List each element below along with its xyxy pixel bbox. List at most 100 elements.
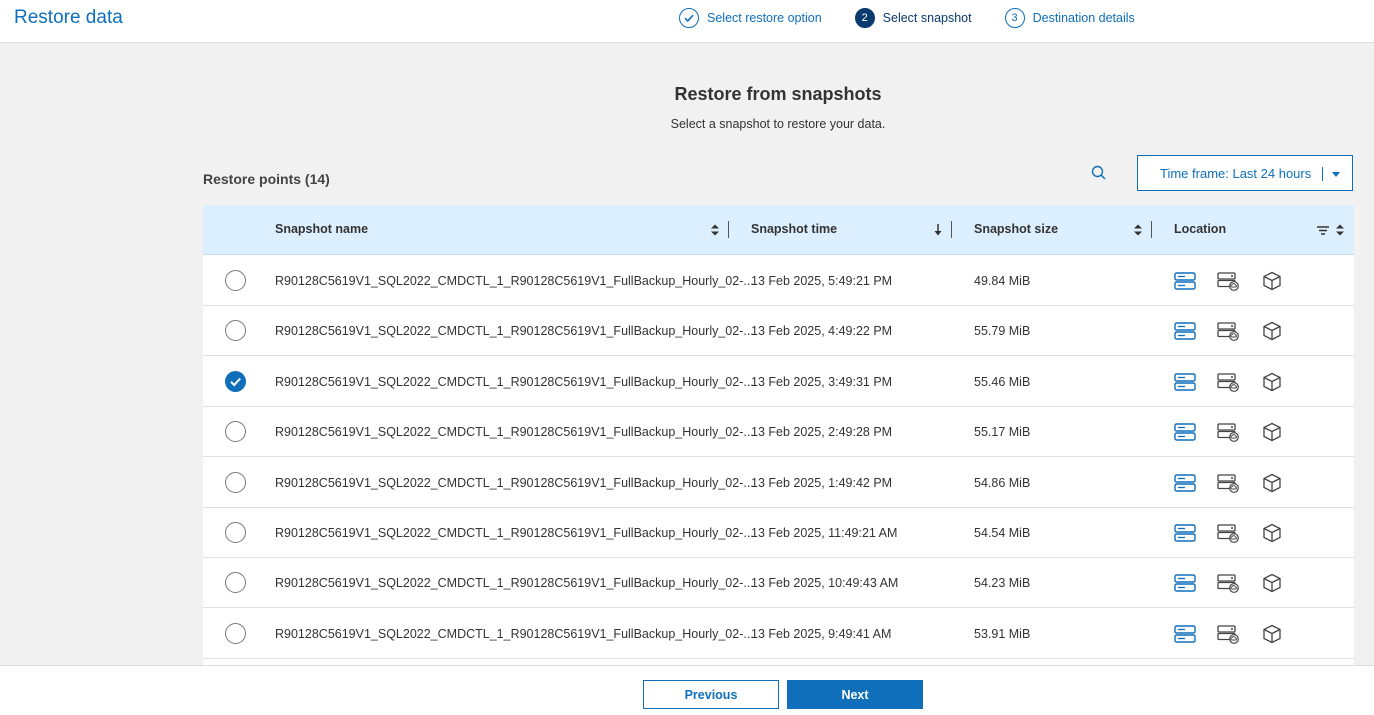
table-row[interactable]: R90128C5619V1_SQL2022_CMDCTL_1_R90128C56… xyxy=(203,508,1354,558)
top-bar: Restore data Select restore option 2 Sel… xyxy=(0,0,1374,43)
snapshot-name-cell: R90128C5619V1_SQL2022_CMDCTL_1_R90128C56… xyxy=(275,375,754,389)
footer-bar: Previous Next xyxy=(0,665,1374,715)
column-header-snapshot-name[interactable]: Snapshot name xyxy=(275,222,368,236)
sort-icon[interactable] xyxy=(1133,223,1143,237)
table-row[interactable]: R90128C5619V1_SQL2022_CMDCTL_1_R90128C56… xyxy=(203,357,1354,407)
object-store-icon[interactable] xyxy=(1260,270,1284,292)
snapshot-time-cell: 13 Feb 2025, 10:49:43 AM xyxy=(751,576,899,590)
restore-points-count: Restore points (14) xyxy=(203,171,330,187)
wizard-steps: Select restore option 2 Select snapshot … xyxy=(679,7,1168,28)
step-label: Select restore option xyxy=(707,10,822,25)
section-subheading: Select a snapshot to restore your data. xyxy=(670,117,886,131)
next-button[interactable]: Next xyxy=(787,680,923,709)
column-divider[interactable] xyxy=(951,221,952,238)
local-storage-icon[interactable] xyxy=(1173,270,1197,292)
snapshot-size-cell: 55.79 MiB xyxy=(974,324,1031,338)
object-store-icon[interactable] xyxy=(1260,371,1284,393)
check-icon xyxy=(230,377,241,387)
radio-button[interactable] xyxy=(225,472,246,493)
table-row[interactable]: R90128C5619V1_SQL2022_CMDCTL_1_R90128C56… xyxy=(203,407,1354,457)
radio-button[interactable] xyxy=(225,572,246,593)
previous-button[interactable]: Previous xyxy=(643,680,779,709)
page-title: Restore data xyxy=(14,7,123,28)
step-number: 3 xyxy=(1004,7,1025,28)
radio-checked[interactable] xyxy=(225,371,246,392)
cloud-server-icon[interactable] xyxy=(1216,371,1240,393)
local-storage-icon[interactable] xyxy=(1173,522,1197,544)
snapshot-name-cell: R90128C5619V1_SQL2022_CMDCTL_1_R90128C56… xyxy=(275,324,754,338)
step-select-restore-option[interactable]: Select restore option xyxy=(679,7,822,28)
sort-icon[interactable] xyxy=(1335,223,1345,237)
cloud-server-icon[interactable] xyxy=(1216,522,1240,544)
table-row[interactable]: R90128C5619V1_SQL2022_CMDCTL_1_R90128C56… xyxy=(203,558,1354,608)
snapshot-time-cell: 13 Feb 2025, 9:49:41 AM xyxy=(751,627,892,641)
step-destination-details[interactable]: 3 Destination details xyxy=(1004,7,1135,28)
snapshot-size-cell: 54.54 MiB xyxy=(974,526,1031,540)
local-storage-icon[interactable] xyxy=(1173,572,1197,594)
object-store-icon[interactable] xyxy=(1260,572,1284,594)
snapshot-name-cell: R90128C5619V1_SQL2022_CMDCTL_1_R90128C56… xyxy=(275,274,754,288)
sort-icon[interactable] xyxy=(710,223,720,237)
snapshots-table: Snapshot name Snapshot time Snapshot siz… xyxy=(203,205,1354,665)
radio-button[interactable] xyxy=(225,623,246,644)
snapshot-name-cell: R90128C5619V1_SQL2022_CMDCTL_1_R90128C56… xyxy=(275,476,754,490)
radio-button[interactable] xyxy=(225,522,246,543)
snapshot-time-cell: 13 Feb 2025, 4:49:22 PM xyxy=(751,324,893,338)
step-label: Destination details xyxy=(1032,10,1135,25)
radio-button[interactable] xyxy=(225,421,246,442)
cloud-server-icon[interactable] xyxy=(1216,270,1240,292)
object-store-icon[interactable] xyxy=(1260,623,1284,645)
step-select-snapshot[interactable]: 2 Select snapshot xyxy=(854,7,972,28)
local-storage-icon[interactable] xyxy=(1173,371,1197,393)
column-header-location[interactable]: Location xyxy=(1174,222,1226,236)
radio-button[interactable] xyxy=(225,270,246,291)
section-heading: Restore from snapshots xyxy=(674,84,882,104)
check-icon xyxy=(679,7,699,28)
table-row[interactable]: R90128C5619V1_SQL2022_CMDCTL_1_R90128C56… xyxy=(203,458,1354,508)
column-header-snapshot-time[interactable]: Snapshot time xyxy=(751,222,837,236)
search-icon[interactable] xyxy=(1090,164,1108,182)
column-header-snapshot-size[interactable]: Snapshot size xyxy=(974,222,1058,236)
column-divider[interactable] xyxy=(728,221,729,238)
local-storage-icon[interactable] xyxy=(1173,472,1197,494)
cloud-server-icon[interactable] xyxy=(1216,623,1240,645)
snapshot-name-cell: R90128C5619V1_SQL2022_CMDCTL_1_R90128C56… xyxy=(275,576,754,590)
local-storage-icon[interactable] xyxy=(1173,320,1197,342)
table-row[interactable]: R90128C5619V1_SQL2022_CMDCTL_1_R90128C56… xyxy=(203,609,1354,659)
column-divider[interactable] xyxy=(1151,221,1152,238)
step-number: 2 xyxy=(854,7,875,28)
cloud-server-icon[interactable] xyxy=(1216,572,1240,594)
timeframe-label: Time frame: Last 24 hours xyxy=(1160,165,1312,181)
sort-descending-icon[interactable] xyxy=(933,223,943,237)
snapshot-name-cell: R90128C5619V1_SQL2022_CMDCTL_1_R90128C56… xyxy=(275,526,754,540)
filter-icon[interactable] xyxy=(1316,223,1330,237)
object-store-icon[interactable] xyxy=(1260,522,1284,544)
snapshot-size-cell: 49.84 MiB xyxy=(974,274,1031,288)
chevron-down-icon xyxy=(1332,172,1340,177)
divider xyxy=(1322,167,1323,181)
timeframe-dropdown[interactable]: Time frame: Last 24 hours xyxy=(1137,155,1353,191)
snapshot-name-cell: R90128C5619V1_SQL2022_CMDCTL_1_R90128C56… xyxy=(275,627,754,641)
radio-button[interactable] xyxy=(225,320,246,341)
table-header: Snapshot name Snapshot time Snapshot siz… xyxy=(203,205,1354,255)
snapshot-time-cell: 13 Feb 2025, 11:49:21 AM xyxy=(751,526,898,540)
cloud-server-icon[interactable] xyxy=(1216,421,1240,443)
table-row[interactable]: R90128C5619V1_SQL2022_CMDCTL_1_R90128C56… xyxy=(203,256,1354,306)
cloud-server-icon[interactable] xyxy=(1216,320,1240,342)
local-storage-icon[interactable] xyxy=(1173,421,1197,443)
object-store-icon[interactable] xyxy=(1260,472,1284,494)
snapshot-size-cell: 53.91 MiB xyxy=(974,627,1031,641)
cloud-server-icon[interactable] xyxy=(1216,472,1240,494)
snapshot-size-cell: 55.17 MiB xyxy=(974,425,1031,439)
snapshot-time-cell: 13 Feb 2025, 5:49:21 PM xyxy=(751,274,893,288)
snapshot-size-cell: 54.86 MiB xyxy=(974,476,1031,490)
object-store-icon[interactable] xyxy=(1260,421,1284,443)
snapshot-size-cell: 55.46 MiB xyxy=(974,375,1031,389)
table-row[interactable]: R90128C5619V1_SQL2022_CMDCTL_1_R90128C56… xyxy=(203,306,1354,356)
local-storage-icon[interactable] xyxy=(1173,623,1197,645)
snapshot-time-cell: 13 Feb 2025, 3:49:31 PM xyxy=(751,375,893,389)
snapshot-size-cell: 54.23 MiB xyxy=(974,576,1031,590)
snapshot-name-cell: R90128C5619V1_SQL2022_CMDCTL_1_R90128C56… xyxy=(275,425,754,439)
object-store-icon[interactable] xyxy=(1260,320,1284,342)
step-label: Select snapshot xyxy=(882,10,972,25)
